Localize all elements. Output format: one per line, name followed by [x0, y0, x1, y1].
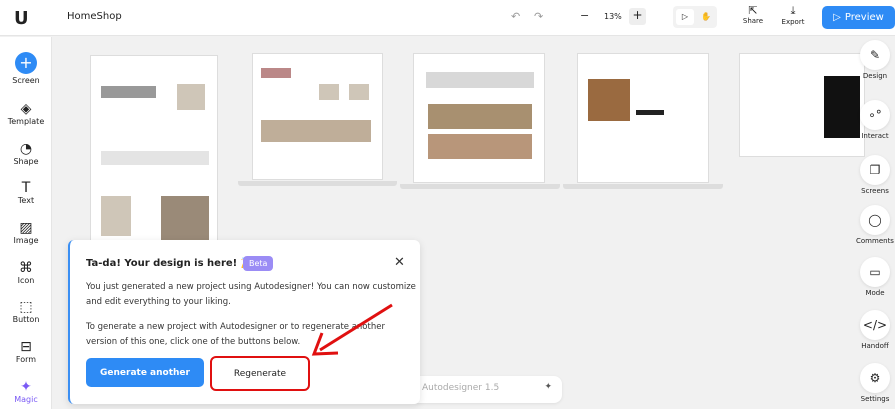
sidebar-item-button[interactable]: ⬚ Button [0, 299, 52, 324]
right-item-screens[interactable]: ❐ Screens [855, 155, 895, 195]
mode-toggle: ▷ ✋ [673, 6, 717, 28]
plus-icon: + [15, 52, 37, 74]
form-icon: ⊟ [20, 339, 32, 355]
icon-icon: ⌘ [19, 260, 33, 276]
screen-thumbnail-cart[interactable] [739, 53, 865, 157]
top-bar: U HomeShop ↶ ↷ − 13% + ▷ ✋ ⇱ Share ⤓ Expor… [0, 0, 895, 36]
sidebar-item-magic[interactable]: ✦ Magic [0, 379, 52, 404]
right-item-design[interactable]: ✎ Design [855, 40, 895, 80]
text-icon: T [21, 180, 31, 196]
sidebar-item-icon[interactable]: ⌘ Icon [0, 260, 52, 285]
redo-icon[interactable]: ↷ [534, 10, 543, 23]
link-icon: ∘° [860, 100, 890, 130]
dialog-title: Ta-da! Your design is here! 🎉 [86, 258, 254, 269]
play-icon: ▷ [833, 12, 841, 23]
cursor-icon: ⬚ [19, 299, 33, 315]
autodesigner-bar[interactable]: Autodesigner 1.5 ✦ [410, 376, 562, 403]
export-icon: ⤓ [790, 4, 796, 17]
screen-thumbnail-category[interactable] [413, 53, 545, 183]
play-icon[interactable]: ▷ [676, 9, 694, 25]
sidebar-item-screen[interactable]: + Screen [0, 52, 52, 85]
right-item-interact[interactable]: ∘° Interact [855, 100, 895, 140]
comment-icon: ◯ [860, 205, 890, 235]
right-item-handoff[interactable]: </> Handoff [855, 310, 895, 350]
project-title[interactable]: HomeShop [67, 11, 122, 22]
regenerate-button[interactable]: Regenerate [210, 356, 310, 391]
generate-another-button[interactable]: Generate another [86, 358, 204, 387]
preview-button[interactable]: ▷ Preview [822, 6, 895, 29]
app-logo[interactable]: U [14, 8, 29, 29]
code-icon: </> [860, 310, 890, 340]
sidebar-item-shape[interactable]: ◔ Shape [0, 141, 52, 166]
sidebar-item-form[interactable]: ⊟ Form [0, 339, 52, 364]
screen-thumbnail-product-detail[interactable] [577, 53, 709, 183]
right-item-comments[interactable]: ◯ Comments [855, 205, 895, 245]
right-item-mode[interactable]: ▭ Mode [855, 257, 895, 297]
screen-thumbnail-home[interactable] [90, 55, 218, 261]
left-sidebar: + Screen ◈ Template ◔ Shape T Text ▨ Image ⌘ I… [0, 37, 52, 409]
laptop-base [563, 184, 723, 189]
zoom-level: 13% [604, 12, 622, 21]
share-button[interactable]: ⇱ Share [740, 4, 766, 25]
image-icon: ▨ [19, 220, 33, 236]
layers-icon: ◈ [20, 101, 32, 117]
export-button[interactable]: ⤓ Export [779, 4, 807, 26]
gear-icon: ⚙ [860, 363, 890, 393]
laptop-base [238, 181, 397, 186]
annotation-arrow [311, 303, 393, 356]
hand-icon[interactable]: ✋ [697, 9, 715, 25]
laptop-base [400, 184, 560, 189]
sidebar-item-template[interactable]: ◈ Template [0, 101, 52, 126]
zoom-out-button[interactable]: − [580, 9, 589, 22]
sparkle-icon: ✦ [544, 382, 552, 392]
sidebar-item-image[interactable]: ▨ Image [0, 220, 52, 245]
pencil-icon: ✎ [860, 40, 890, 70]
share-icon: ⇱ [748, 4, 758, 17]
screens-icon: ❐ [860, 155, 890, 185]
close-icon[interactable]: ✕ [394, 255, 405, 270]
undo-icon[interactable]: ↶ [511, 10, 520, 23]
zoom-in-button[interactable]: + [629, 8, 646, 25]
sparkle-icon: ✦ [20, 379, 32, 395]
sidebar-item-text[interactable]: T Text [0, 180, 52, 205]
beta-badge: Beta [243, 256, 274, 271]
shape-icon: ◔ [19, 141, 33, 157]
monitor-icon: ▭ [860, 257, 890, 287]
right-item-settings[interactable]: ⚙ Settings [855, 363, 895, 403]
screen-thumbnail-products[interactable] [252, 53, 383, 180]
